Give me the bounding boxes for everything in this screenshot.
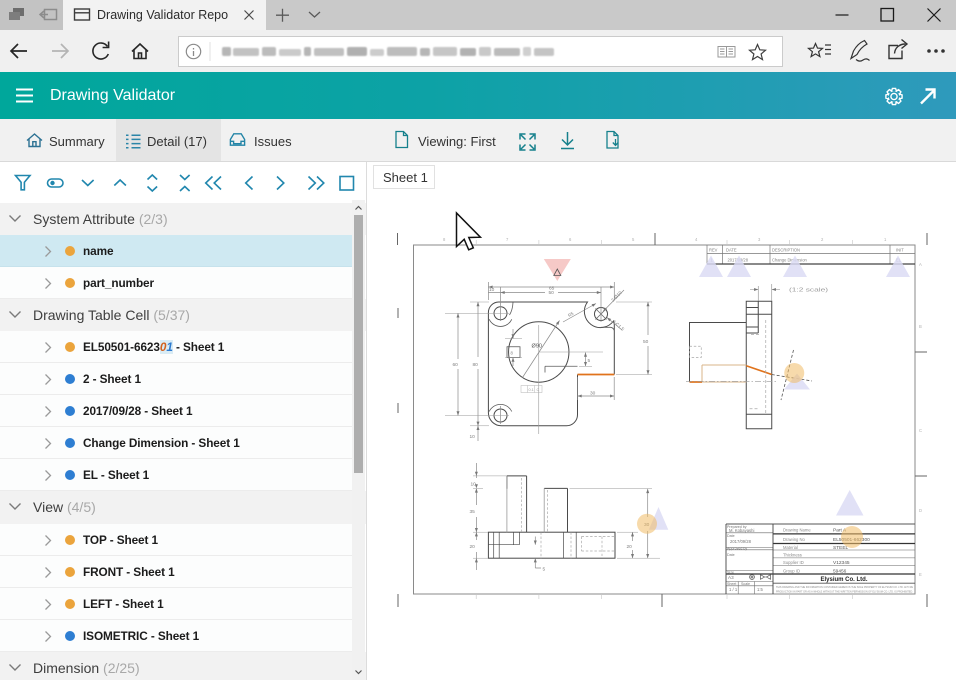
svg-text:4: 4 <box>695 237 698 242</box>
svg-text:0.1: 0.1 <box>529 388 534 392</box>
svg-text:C: C <box>919 428 922 433</box>
svg-text:REV: REV <box>709 248 718 253</box>
svg-text:7: 7 <box>506 237 509 242</box>
svg-text:Scale: Scale <box>741 582 750 586</box>
svg-text:8: 8 <box>443 237 446 242</box>
svg-text:Change Dimension: Change Dimension <box>772 258 808 263</box>
svg-text:20: 20 <box>627 544 633 550</box>
svg-text:DATE: DATE <box>726 248 737 253</box>
svg-text:80: 80 <box>473 362 479 368</box>
svg-text:3: 3 <box>758 237 761 242</box>
svg-text:Date: Date <box>727 534 735 538</box>
svg-text:60: 60 <box>453 362 459 368</box>
svg-text:30: 30 <box>590 391 596 397</box>
svg-text:5: 5 <box>543 567 546 573</box>
svg-text:2017/09/28: 2017/09/28 <box>730 539 752 544</box>
svg-text:PRODUCTION IN PART OR AS A WHO: PRODUCTION IN PART OR AS A WHOLE WITHOUT… <box>776 589 913 593</box>
svg-text:2-Ø10: 2-Ø10 <box>610 290 623 303</box>
svg-text:B: B <box>919 324 922 329</box>
svg-text:Elysium Co. Ltd.: Elysium Co. Ltd. <box>820 577 867 583</box>
svg-text:1:5: 1:5 <box>757 587 763 592</box>
svg-text:D: D <box>919 508 922 513</box>
svg-text:R5: R5 <box>567 311 575 318</box>
svg-text:50: 50 <box>549 290 555 296</box>
svg-text:8: 8 <box>511 351 514 356</box>
svg-text:DESCRIPTION: DESCRIPTION <box>772 248 800 253</box>
svg-text:1: 1 <box>884 237 887 242</box>
svg-text:35: 35 <box>470 509 476 515</box>
svg-text:50: 50 <box>643 339 649 345</box>
svg-text:2: 2 <box>821 237 824 242</box>
svg-text:5: 5 <box>632 237 635 242</box>
svg-text:1 / 1: 1 / 1 <box>729 587 738 592</box>
svg-text:Drawing Name: Drawing Name <box>783 527 811 532</box>
svg-text:10: 10 <box>470 434 476 440</box>
svg-text:Group ID: Group ID <box>783 568 800 573</box>
svg-text:Ø90: Ø90 <box>532 344 542 350</box>
svg-text:Approved by: Approved by <box>727 546 747 550</box>
svg-text:Thickness: Thickness <box>783 553 802 558</box>
svg-text:C: C <box>537 388 540 392</box>
svg-text:5: 5 <box>588 358 591 364</box>
svg-text:2-C1.5: 2-C1.5 <box>611 319 625 332</box>
svg-text:(1:2 scale): (1:2 scale) <box>789 288 829 294</box>
svg-text:6: 6 <box>569 237 572 242</box>
svg-text:Supplier ID: Supplier ID <box>783 560 804 565</box>
svg-text:Drawing No: Drawing No <box>783 537 806 542</box>
svg-text:Date: Date <box>727 553 735 557</box>
svg-text:10: 10 <box>471 482 477 488</box>
svg-text:10: 10 <box>489 287 495 293</box>
svg-text:Size: Size <box>727 571 734 575</box>
svg-text:Material: Material <box>783 545 798 550</box>
svg-text:INIT: INIT <box>896 248 904 253</box>
svg-text:A3: A3 <box>728 575 734 580</box>
svg-text:59456: 59456 <box>833 568 847 574</box>
svg-text:M. Kobayashi: M. Kobayashi <box>729 528 754 533</box>
svg-text:Sheet: Sheet <box>727 582 736 586</box>
svg-text:V12345: V12345 <box>833 560 850 566</box>
svg-text:A: A <box>919 262 922 267</box>
svg-text:E: E <box>919 572 922 577</box>
svg-text:20: 20 <box>470 544 476 550</box>
